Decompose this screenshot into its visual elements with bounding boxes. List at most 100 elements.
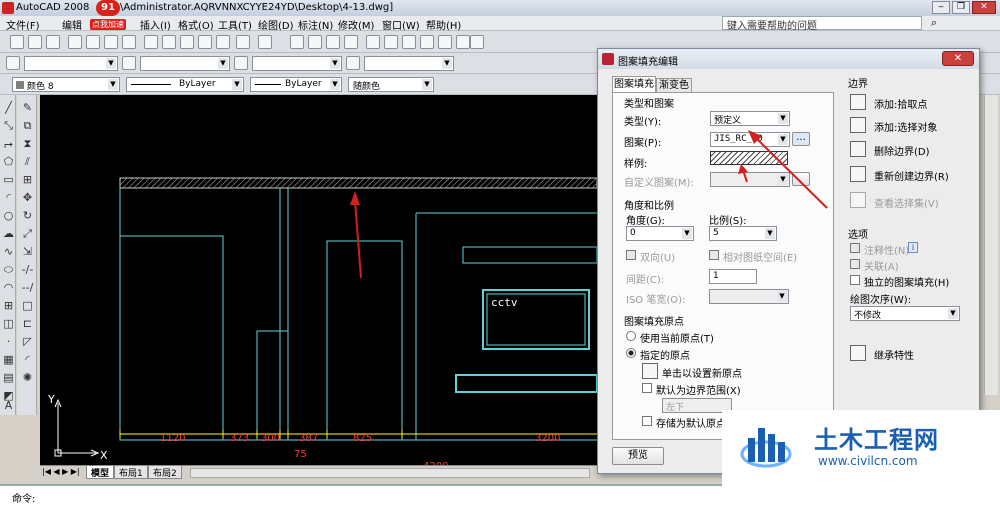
lineweight-combo[interactable]: ByLayer ▼ — [250, 77, 342, 92]
menu-tools[interactable]: 工具(T) — [218, 17, 252, 32]
menu-draw[interactable]: 绘图(D) — [258, 17, 294, 32]
save-icon[interactable] — [46, 35, 60, 49]
help-search-icon[interactable]: ⌕ — [926, 16, 942, 30]
pan-icon[interactable] — [290, 35, 304, 49]
construction-line-icon[interactable]: ⤡ — [2, 119, 15, 132]
new-icon[interactable] — [10, 35, 24, 49]
hatch-icon[interactable]: ▦ — [2, 353, 15, 366]
horizontal-scrollbar[interactable] — [190, 468, 590, 478]
drawing-canvas[interactable]: cctv 1120 373 300 387 825 3200 75 4200 — [40, 95, 597, 465]
menu-window[interactable]: 窗口(W) — [382, 17, 420, 32]
tab-layout2[interactable]: 布局2 — [148, 466, 182, 479]
chamfer-icon[interactable]: ◸ — [21, 335, 34, 348]
color-combo[interactable]: 颜色 8 ▼ — [12, 77, 120, 92]
trim-icon[interactable]: -/- — [21, 263, 34, 276]
inherit-properties-label[interactable]: 继承特性 — [874, 347, 914, 362]
design-center-icon[interactable] — [384, 35, 398, 49]
remove-boundary-label[interactable]: 删除边界(D) — [874, 143, 930, 158]
point-icon[interactable]: · — [2, 335, 15, 348]
double-checkbox[interactable] — [626, 250, 636, 260]
rectangle-icon[interactable]: ▭ — [2, 173, 15, 186]
menu-dimension[interactable]: 标注(N) — [298, 17, 333, 32]
ellipse-icon[interactable]: ⬭ — [2, 263, 15, 276]
properties-icon[interactable] — [366, 35, 380, 49]
table-style-combo[interactable]: ▼ — [252, 56, 342, 71]
separate-checkbox[interactable] — [850, 275, 860, 285]
revcloud-icon[interactable]: ☁ — [2, 227, 15, 240]
recreate-boundary-label[interactable]: 重新创建边界(R) — [874, 168, 949, 183]
move-icon[interactable]: ✥ — [21, 191, 34, 204]
menu-file[interactable]: 文件(F) — [6, 17, 40, 32]
restore-button[interactable]: ❐ — [952, 1, 970, 14]
undo-icon[interactable] — [236, 35, 250, 49]
redo-icon[interactable] — [258, 35, 272, 49]
tab-hatch[interactable]: 图案填充 — [612, 76, 656, 92]
angle-combo[interactable]: 0 ▼ — [626, 226, 694, 241]
scale-combo[interactable]: 5 ▼ — [709, 226, 777, 241]
sheet-set-icon[interactable] — [420, 35, 434, 49]
join-icon[interactable]: ⊏ — [21, 317, 34, 330]
erase-icon[interactable]: ✎ — [21, 101, 34, 114]
ellipse-arc-icon[interactable]: ◠ — [2, 281, 15, 294]
tab-gradient[interactable]: 渐变色 — [656, 78, 692, 92]
close-button[interactable]: ✕ — [972, 1, 996, 14]
array-icon[interactable]: ⊞ — [21, 173, 34, 186]
inherit-properties-icon[interactable] — [850, 345, 866, 361]
rotate-icon[interactable]: ↻ — [21, 209, 34, 222]
plotstyle-combo[interactable]: 随颜色 ▼ — [348, 77, 434, 92]
add-select-label[interactable]: 添加:选择对象 — [874, 119, 937, 134]
zoom-previous-icon[interactable] — [344, 35, 358, 49]
copy-icon[interactable] — [162, 35, 176, 49]
line-icon[interactable]: ╱ — [2, 101, 15, 114]
arc-icon[interactable]: ◜ — [2, 191, 15, 204]
extend-icon[interactable]: --/ — [21, 281, 34, 294]
fillet-icon[interactable]: ◜ — [21, 353, 34, 366]
match-properties-icon[interactable] — [198, 35, 212, 49]
use-current-radio[interactable] — [626, 331, 636, 341]
mirror-icon[interactable]: ⧗ — [21, 137, 34, 150]
zoom-window-icon[interactable] — [326, 35, 340, 49]
print-preview-icon[interactable] — [86, 35, 100, 49]
help-search-box[interactable]: 键入需要帮助的问题 — [722, 16, 922, 32]
menu-edit[interactable]: 编辑 — [62, 17, 82, 32]
remove-boundary-icon[interactable] — [850, 141, 866, 157]
multileader-style-combo[interactable]: ▼ — [364, 56, 454, 71]
tab-nav-arrows[interactable]: |◀ ◀ ▶ ▶| — [42, 467, 80, 476]
add-pick-label[interactable]: 添加:拾取点 — [874, 96, 927, 111]
default-extent-checkbox[interactable] — [642, 383, 652, 393]
cut-icon[interactable] — [144, 35, 158, 49]
dialog-close-button[interactable]: ✕ — [942, 51, 974, 66]
stretch-icon[interactable]: ⇲ — [21, 245, 34, 258]
menu-insert[interactable]: 插入(I) — [140, 17, 171, 32]
offset-icon[interactable]: ⫽ — [21, 155, 34, 168]
tab-layout1[interactable]: 布局1 — [114, 466, 148, 479]
copy-object-icon[interactable]: ⧉ — [21, 119, 34, 132]
dialog-title-bar[interactable]: 图案填充编辑 ✕ — [598, 49, 979, 69]
break-icon[interactable]: □ — [21, 299, 34, 312]
polyline-icon[interactable]: ⮣ — [2, 137, 15, 150]
block-editor-icon[interactable] — [216, 35, 230, 49]
menu-help[interactable]: 帮助(H) — [426, 17, 461, 32]
publish-icon[interactable] — [122, 35, 136, 49]
help-icon[interactable] — [470, 35, 484, 49]
polygon-icon[interactable]: ⬠ — [2, 155, 15, 168]
preview-button[interactable]: 预览 — [612, 447, 664, 465]
draw-order-combo[interactable]: 不修改 ▼ — [850, 306, 960, 321]
circle-icon[interactable]: ○ — [2, 209, 15, 222]
relative-checkbox[interactable] — [709, 250, 719, 260]
tab-model[interactable]: 模型 — [86, 466, 115, 479]
open-icon[interactable] — [28, 35, 42, 49]
recreate-boundary-icon[interactable] — [850, 166, 866, 182]
print-icon[interactable] — [68, 35, 82, 49]
menu-modify[interactable]: 修改(M) — [338, 17, 374, 32]
linetype-combo[interactable]: ByLayer ▼ — [126, 77, 244, 92]
select-objects-icon[interactable] — [850, 117, 866, 133]
minimize-button[interactable]: ‒ — [932, 1, 950, 14]
markup-icon[interactable] — [438, 35, 452, 49]
scale-icon[interactable]: ⤢ — [21, 227, 34, 240]
tool-palettes-icon[interactable] — [402, 35, 416, 49]
notification-badge[interactable]: 91 点我加速 — [88, 0, 130, 30]
specified-radio[interactable] — [626, 348, 636, 358]
gradient-icon[interactable]: ▤ — [2, 371, 15, 384]
set-origin-icon[interactable] — [642, 363, 658, 379]
